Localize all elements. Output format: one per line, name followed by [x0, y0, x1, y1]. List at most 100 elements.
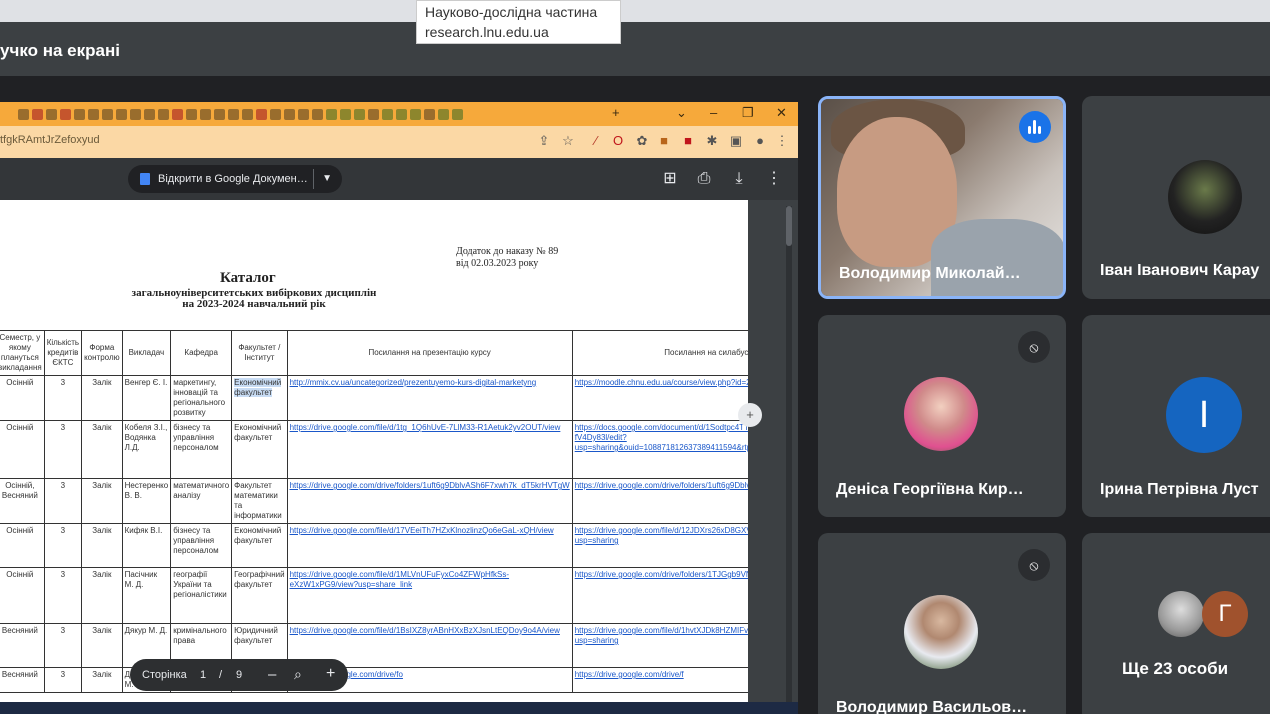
- course-link[interactable]: https://drive.google.com/drive/folders/1…: [571, 478, 748, 524]
- avatar: [1158, 591, 1204, 637]
- tab-favicon[interactable]: [298, 108, 309, 120]
- course-link[interactable]: https://moodle.chnu.edu.ua/course/view.p…: [571, 375, 748, 421]
- tab-favicon[interactable]: [256, 108, 267, 120]
- table-cell: Кифяк В.І.: [121, 523, 172, 568]
- bookmark-star-icon[interactable]: ☆: [560, 133, 576, 149]
- tab-favicon[interactable]: [158, 108, 169, 120]
- order-note: Додаток до наказу № 89 від 02.03.2023 ро…: [456, 246, 558, 270]
- tab-favicon[interactable]: [410, 108, 421, 120]
- table-row: Весняний 3 Залік Дякур М. Д. кримінального п…: [0, 623, 748, 668]
- tab-favicon[interactable]: [130, 108, 141, 120]
- open-in-docs-button[interactable]: Відкрити в Google Докумен… ▼: [128, 165, 342, 193]
- pen-extension-icon[interactable]: ⁄: [588, 133, 604, 149]
- course-link[interactable]: https://drive.google.com/file/d/1tg_1Q6h…: [286, 420, 573, 479]
- shared-screen: + ⌄ – ❐ ✕ tfgkRAmtJrZefoxyud ⇪ ☆ ⁄ O ✿ ■…: [0, 102, 798, 714]
- zoom-out-icon[interactable]: –: [268, 666, 276, 683]
- course-link[interactable]: https://drive.google.com/drive/f: [571, 667, 748, 693]
- puzzle-icon[interactable]: ✱: [704, 133, 720, 149]
- tab-favicon[interactable]: [368, 108, 379, 120]
- add-comment-icon[interactable]: ⊞: [660, 169, 680, 189]
- tab-favicon[interactable]: [382, 108, 393, 120]
- tab-favicon[interactable]: [424, 108, 435, 120]
- tab-favicon[interactable]: [102, 108, 113, 120]
- tab-favicon[interactable]: [326, 108, 337, 120]
- course-link[interactable]: https://docs.google.com/document/d/1Sodt…: [571, 420, 748, 479]
- tab-favicon[interactable]: [172, 108, 183, 120]
- zoom-in-icon[interactable]: +: [326, 665, 335, 683]
- course-link[interactable]: https://drive.google.com/file/d/17VEeiTh…: [286, 523, 573, 568]
- tab-search-icon[interactable]: ⌄: [676, 105, 687, 121]
- tooltip-url: research.lnu.edu.ua: [425, 24, 549, 40]
- tab-favicon[interactable]: [438, 108, 449, 120]
- participant-tile[interactable]: ⦸ Деніса Георгіївна Кир…: [818, 315, 1066, 517]
- table-cell: Факультет математики та інформатики: [231, 478, 288, 524]
- more-vert-icon[interactable]: ⋮: [764, 169, 784, 189]
- scrollbar[interactable]: [786, 206, 792, 706]
- table-cell: 3: [43, 478, 83, 524]
- course-link[interactable]: https://drive.google.com/file/d/1MLVnUFu…: [286, 567, 573, 624]
- participant-tile-speaking[interactable]: Володимир Миколай…: [818, 96, 1066, 299]
- profile-icon[interactable]: ●: [752, 133, 768, 149]
- column-header: Форма контролю: [81, 330, 123, 376]
- tab-favicon[interactable]: [144, 108, 155, 120]
- participant-tile[interactable]: І Ірина Петрівна Луст: [1082, 315, 1270, 517]
- tab-favicon[interactable]: [74, 108, 85, 120]
- extension-icon[interactable]: ✿: [634, 133, 650, 149]
- course-link[interactable]: https://drive.google.com/file/d/1hvtXJDk…: [571, 623, 748, 668]
- table-cell: маркетингу, інновацій та регіонального р…: [170, 375, 233, 421]
- tab-favicon[interactable]: [88, 108, 99, 120]
- tab-favicon[interactable]: [452, 108, 463, 120]
- tab-favicon[interactable]: [270, 108, 281, 120]
- tab-favicon[interactable]: [242, 108, 253, 120]
- page-current[interactable]: 1: [200, 669, 206, 681]
- menu-icon[interactable]: ⋮: [774, 133, 790, 149]
- scrollbar-thumb[interactable]: [786, 206, 792, 246]
- tab-favicon[interactable]: [284, 108, 295, 120]
- print-icon[interactable]: ⎙: [694, 169, 714, 189]
- tab-favicon[interactable]: [116, 108, 127, 120]
- tab-favicon[interactable]: [228, 108, 239, 120]
- sidepanel-icon[interactable]: ▣: [728, 133, 744, 149]
- table-cell: Залік: [81, 375, 123, 421]
- tab-favicon[interactable]: [60, 108, 71, 120]
- tab-favicon[interactable]: [396, 108, 407, 120]
- course-link[interactable]: http://mmix.cv.ua/uncategorized/prezentu…: [286, 375, 573, 421]
- tab-favicon[interactable]: [214, 108, 225, 120]
- chevron-down-icon[interactable]: ▼: [322, 165, 332, 193]
- url-text[interactable]: tfgkRAmtJrZefoxyud: [0, 134, 100, 146]
- close-icon[interactable]: ✕: [776, 105, 787, 121]
- table-row: Осінній 3 Залік Кифяк В.І. бізнесу та управл…: [0, 523, 748, 568]
- tab-favicon[interactable]: [32, 108, 43, 120]
- table-cell: Осінній: [0, 523, 45, 568]
- tab-favicon[interactable]: [354, 108, 365, 120]
- tab-favicon[interactable]: [186, 108, 197, 120]
- participant-tile[interactable]: Іван Іванович Карау: [1082, 96, 1270, 299]
- address-bar[interactable]: tfgkRAmtJrZefoxyud ⇪ ☆ ⁄ O ✿ ■ ■ ✱ ▣ ● ⋮: [0, 126, 798, 158]
- maximize-icon[interactable]: ❐: [742, 105, 754, 121]
- table-cell: Весняний: [0, 667, 45, 693]
- opera-icon[interactable]: O: [610, 133, 626, 149]
- course-link[interactable]: https://drive.google.com/drive/folders/1…: [286, 478, 573, 524]
- minimize-icon[interactable]: –: [710, 105, 717, 120]
- os-taskbar: [0, 702, 798, 714]
- course-link[interactable]: https://drive.google.com/file/d/12JDXrs2…: [571, 523, 748, 568]
- share-icon[interactable]: ⇪: [536, 133, 552, 149]
- course-link[interactable]: https://drive.google.com/drive/folders/1…: [571, 567, 748, 624]
- tab-favicon[interactable]: [340, 108, 351, 120]
- more-participants-tile[interactable]: Г Ще 23 особи: [1082, 533, 1270, 714]
- add-comment-float-icon[interactable]: +: [738, 403, 762, 427]
- avatar: [1168, 160, 1242, 234]
- search-icon[interactable]: ⌕: [294, 666, 302, 683]
- tab-favicon[interactable]: [46, 108, 57, 120]
- table-cell: 3: [43, 623, 83, 668]
- browser-tab-bar: + ⌄ – ❐ ✕: [0, 102, 798, 126]
- participant-tile[interactable]: ⦸ Володимир Васильов…: [818, 533, 1066, 714]
- tab-favicon[interactable]: [200, 108, 211, 120]
- tab-favicon[interactable]: [312, 108, 323, 120]
- order-number: Додаток до наказу № 89: [456, 246, 559, 257]
- tab-favicon[interactable]: [18, 108, 29, 120]
- new-tab-icon[interactable]: +: [612, 105, 620, 120]
- pdf-extension-icon[interactable]: ■: [680, 133, 696, 149]
- extension-icon[interactable]: ■: [656, 133, 672, 149]
- download-icon[interactable]: ⤓: [729, 169, 749, 189]
